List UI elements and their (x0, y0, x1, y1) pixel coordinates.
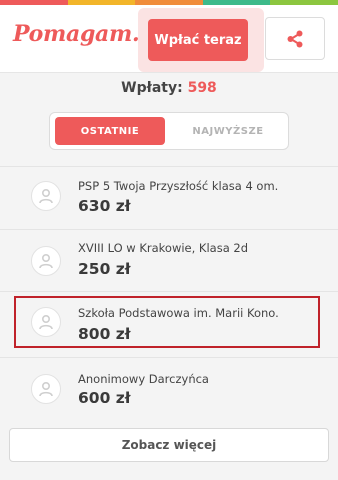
pay-now-button[interactable]: Wpłać teraz (148, 19, 248, 61)
avatar (31, 374, 61, 404)
donations-count-label: Wpłaty: (121, 80, 183, 96)
donation-amount: 250 zł (78, 260, 131, 278)
tab-highest[interactable]: NAJWYŻSZE (173, 117, 283, 145)
user-icon (39, 253, 53, 269)
show-more-button[interactable]: Zobacz więcej (9, 428, 329, 462)
donations-count: Wpłaty: 598 (0, 80, 338, 96)
donation-amount: 600 zł (78, 389, 131, 407)
header: Pomagam.pl Wpłać teraz (0, 5, 338, 73)
sort-tabs: OSTATNIE NAJWYŻSZE (49, 112, 289, 150)
share-button[interactable] (265, 17, 325, 60)
donor-name: Anonimowy Darczyńca (78, 372, 209, 386)
donation-row: Anonimowy Darczyńca 600 zł (0, 358, 338, 418)
donation-amount: 630 zł (78, 197, 131, 215)
share-icon (287, 30, 303, 47)
donations-count-value: 598 (187, 80, 217, 96)
pay-button-highlight: Wpłać teraz (138, 8, 264, 72)
selected-row-highlight (14, 296, 320, 348)
donor-name: PSP 5 Twoja Przyszłość klasa 4 om... (78, 179, 278, 193)
user-icon (39, 188, 53, 204)
donation-row: XVIII LO w Krakowie, Klasa 2d 250 zł (0, 230, 338, 290)
avatar (31, 246, 61, 276)
tab-latest[interactable]: OSTATNIE (55, 117, 165, 145)
donation-row: PSP 5 Twoja Przyszłość klasa 4 om... 630… (0, 167, 338, 227)
divider (0, 291, 338, 292)
donor-name: XVIII LO w Krakowie, Klasa 2d (78, 241, 249, 255)
avatar (31, 181, 61, 211)
user-icon (39, 381, 53, 397)
